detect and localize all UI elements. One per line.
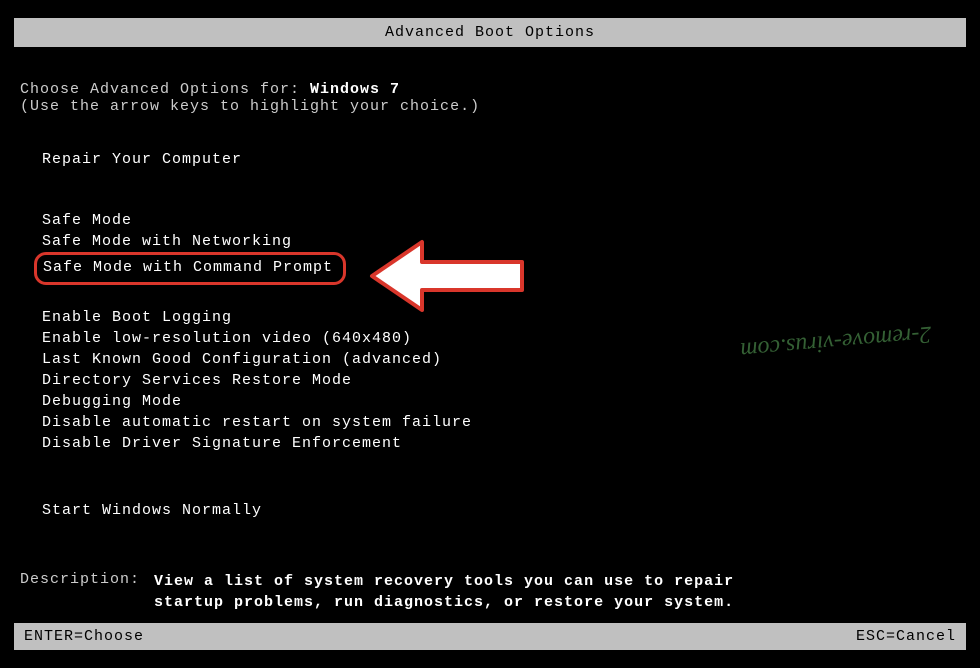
menu-repair-your-computer[interactable]: Repair Your Computer — [42, 149, 960, 170]
title-bar: Advanced Boot Options — [14, 18, 966, 47]
description-block: Description: View a list of system recov… — [20, 571, 960, 613]
footer-bar: ENTER=Choose ESC=Cancel — [14, 623, 966, 650]
menu-disable-driver-signature[interactable]: Disable Driver Signature Enforcement — [42, 433, 960, 454]
choose-line: Choose Advanced Options for: Windows 7 — [20, 81, 960, 98]
choose-prefix: Choose Advanced Options for: — [20, 81, 310, 98]
menu-safe-mode[interactable]: Safe Mode — [42, 210, 960, 231]
page-title: Advanced Boot Options — [385, 24, 595, 41]
menu-low-resolution-video[interactable]: Enable low-resolution video (640x480) — [42, 328, 960, 349]
menu-directory-services-restore[interactable]: Directory Services Restore Mode — [42, 370, 960, 391]
description-text: View a list of system recovery tools you… — [154, 571, 734, 613]
description-line2: startup problems, run diagnostics, or re… — [154, 592, 734, 613]
menu-disable-auto-restart[interactable]: Disable automatic restart on system fail… — [42, 412, 960, 433]
arrow-keys-hint: (Use the arrow keys to highlight your ch… — [20, 98, 960, 115]
menu-safe-mode-command-prompt[interactable]: Safe Mode with Command Prompt — [43, 259, 333, 276]
os-name: Windows 7 — [310, 81, 400, 98]
highlight-outline: Safe Mode with Command Prompt — [34, 252, 346, 285]
menu-debugging-mode[interactable]: Debugging Mode — [42, 391, 960, 412]
menu-start-windows-normally[interactable]: Start Windows Normally — [42, 500, 960, 521]
footer-esc-hint: ESC=Cancel — [856, 628, 956, 645]
description-line1: View a list of system recovery tools you… — [154, 571, 734, 592]
menu-enable-boot-logging[interactable]: Enable Boot Logging — [42, 307, 960, 328]
menu-last-known-good-config[interactable]: Last Known Good Configuration (advanced) — [42, 349, 960, 370]
description-label: Description: — [20, 571, 154, 613]
menu-safe-mode-networking[interactable]: Safe Mode with Networking — [42, 231, 960, 252]
highlighted-option-wrap: Safe Mode with Command Prompt — [34, 252, 952, 285]
footer-enter-hint: ENTER=Choose — [24, 628, 144, 645]
main-content: Choose Advanced Options for: Windows 7 (… — [0, 81, 980, 613]
